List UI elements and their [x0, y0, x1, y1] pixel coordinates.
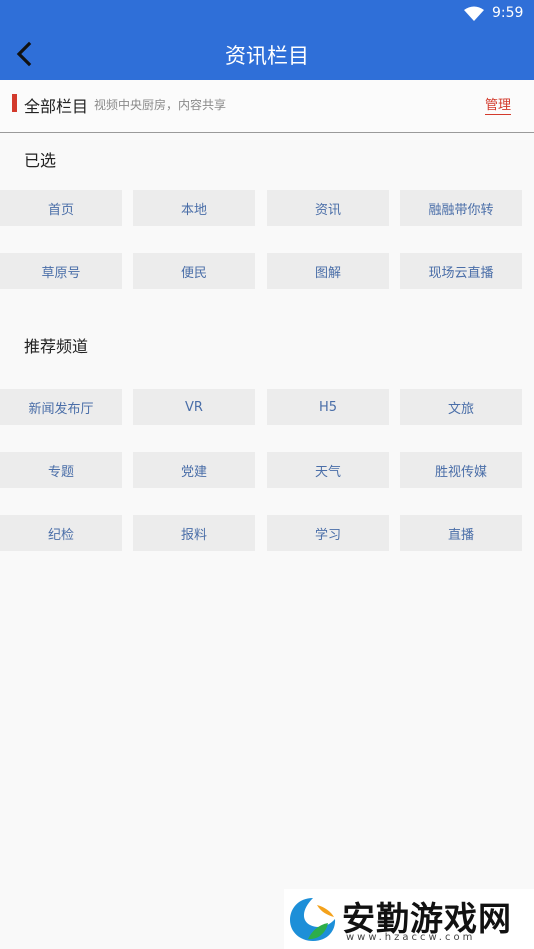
app-bar: 资讯栏目	[0, 28, 534, 80]
recommended-channel-chip[interactable]: 纪检	[0, 515, 122, 551]
selected-section-title: 已选	[24, 151, 57, 170]
selected-channel-chip[interactable]: 图解	[267, 253, 389, 289]
watermark-url: www.hzaccw.com	[346, 932, 476, 943]
site-watermark: 安勤游戏网 www.hzaccw.com	[284, 889, 534, 949]
wifi-signal-icon	[464, 6, 484, 21]
recommended-channel-chip[interactable]: 党建	[133, 452, 255, 488]
recommended-channel-chip[interactable]: 文旅	[400, 389, 522, 425]
all-columns-label: 全部栏目	[24, 97, 89, 116]
selected-channel-chip[interactable]: 首页	[0, 190, 122, 226]
status-bar: 9:59	[0, 0, 534, 28]
recommended-channel-chip[interactable]: 直播	[400, 515, 522, 551]
manage-button[interactable]: 管理	[485, 94, 512, 115]
recommended-channel-chip[interactable]: 天气	[267, 452, 389, 488]
recommended-channel-chip[interactable]: 新闻发布厅	[0, 389, 122, 425]
recommended-section-title: 推荐频道	[24, 337, 89, 356]
recommended-channel-chip[interactable]: 胜视传媒	[400, 452, 522, 488]
accent-marker	[12, 94, 17, 112]
recommended-channel-chip[interactable]: 报料	[133, 515, 255, 551]
watermark-logo-icon	[290, 898, 336, 941]
page-title: 资讯栏目	[225, 44, 309, 68]
selected-channel-chip[interactable]: 现场云直播	[400, 253, 522, 289]
selected-channel-chip[interactable]: 资讯	[267, 190, 389, 226]
all-columns-subtitle: 视频中央厨房，内容共享	[94, 98, 227, 112]
recommended-channel-chip[interactable]: H5	[267, 389, 389, 425]
selected-channel-chip[interactable]: 便民	[133, 253, 255, 289]
recommended-channel-chip[interactable]: 专题	[0, 452, 122, 488]
selected-channel-chip[interactable]: 草原号	[0, 253, 122, 289]
selected-channel-chip[interactable]: 融融带你转	[400, 190, 522, 226]
selected-channel-chip[interactable]: 本地	[133, 190, 255, 226]
all-columns-bar: 全部栏目 视频中央厨房，内容共享 管理	[0, 80, 534, 133]
recommended-channel-chip[interactable]: 学习	[267, 515, 389, 551]
status-time: 9:59	[492, 5, 524, 21]
recommended-channel-chip[interactable]: VR	[133, 389, 255, 425]
